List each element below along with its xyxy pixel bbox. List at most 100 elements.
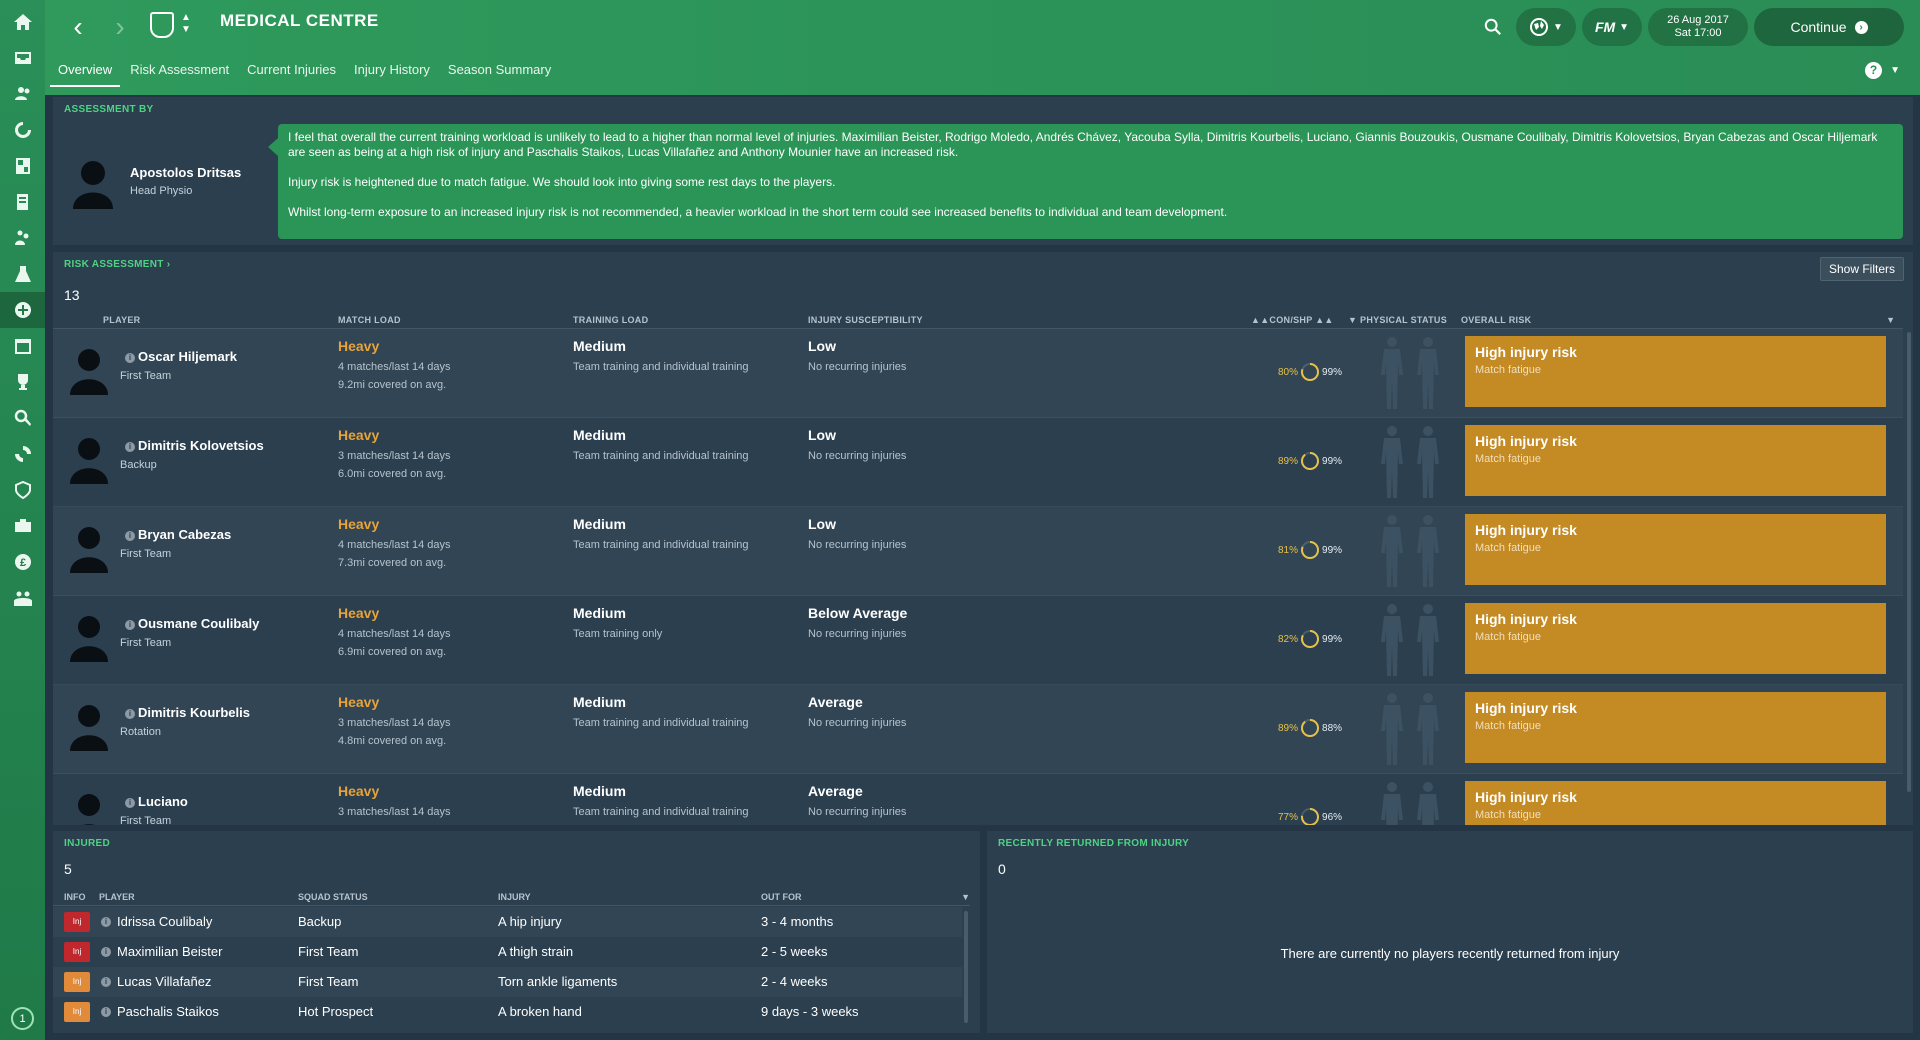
globe-menu-button[interactable]: ▼ <box>1516 8 1576 46</box>
tab-injury-history[interactable]: Injury History <box>346 60 438 87</box>
col-injury[interactable]: INJURY <box>498 892 531 902</box>
dev-centre-icon[interactable]: £ <box>0 544 45 580</box>
player-row[interactable]: i Dimitris Kolovetsios Backup Heavy 3 matche… <box>53 418 1903 507</box>
info-icon[interactable]: i <box>125 798 135 808</box>
forward-icon[interactable]: › <box>105 11 135 42</box>
help-button[interactable]: ? ▼ <box>1865 62 1900 79</box>
body-front-icon[interactable] <box>1379 691 1405 767</box>
player-row[interactable]: i Dimitris Kourbelis Rotation Heavy 3 matche… <box>53 685 1903 774</box>
body-front-icon[interactable] <box>1379 424 1405 500</box>
col-player[interactable]: PLAYER <box>103 315 140 325</box>
player-name[interactable]: Paschalis Staikos <box>117 1004 219 1019</box>
body-front-icon[interactable] <box>1379 602 1405 678</box>
col-info[interactable]: INFO <box>64 892 86 902</box>
info-icon[interactable]: i <box>125 620 135 630</box>
col-match-load[interactable]: MATCH LOAD <box>338 315 401 325</box>
body-front-icon[interactable] <box>1379 780 1405 825</box>
col-overall-risk[interactable]: OVERALL RISK <box>1461 315 1531 325</box>
club-badge-icon[interactable] <box>150 12 174 38</box>
club-vision-icon[interactable] <box>0 472 45 508</box>
col-con-shp[interactable]: ▲▲CON/SHP ▲▲ <box>1251 315 1334 325</box>
info-icon[interactable]: i <box>101 977 111 987</box>
finances-icon[interactable] <box>0 508 45 544</box>
back-icon[interactable]: ‹ <box>63 11 93 42</box>
body-back-icon[interactable] <box>1415 602 1441 678</box>
info-icon[interactable]: i <box>125 531 135 541</box>
column-menu-icon[interactable]: ▼ <box>1886 315 1895 325</box>
player-name[interactable]: Lucas Villafañez <box>117 974 211 989</box>
search-icon[interactable] <box>1478 9 1508 45</box>
training-icon[interactable] <box>0 220 45 256</box>
tab-season-summary[interactable]: Season Summary <box>440 60 559 87</box>
staff-icon[interactable] <box>0 184 45 220</box>
col-injury-susceptibility[interactable]: INJURY SUSCEPTIBILITY <box>808 315 923 325</box>
player-name[interactable]: Idrissa Coulibaly <box>117 914 212 929</box>
risk-assessment-link[interactable]: RISK ASSESSMENT › <box>64 259 170 270</box>
scrollbar[interactable] <box>1907 332 1911 792</box>
column-menu-icon[interactable]: ▼ <box>961 892 970 902</box>
club-switch-icon[interactable]: ▲ ▼ <box>181 12 191 36</box>
player-row[interactable]: i Bryan Cabezas First Team Heavy 4 matches/l… <box>53 507 1903 596</box>
overall-risk-box[interactable]: High injury risk Match fatigue <box>1465 781 1886 825</box>
notification-badge[interactable]: 1 <box>11 1007 34 1030</box>
medical-icon[interactable] <box>0 292 45 328</box>
player-row[interactable]: i Ousmane Coulibaly First Team Heavy 4 match… <box>53 596 1903 685</box>
overall-risk-box[interactable]: High injury risk Match fatigue <box>1465 603 1886 674</box>
col-physical-status[interactable]: ▼ PHYSICAL STATUS <box>1348 315 1447 325</box>
tactics-icon[interactable] <box>0 112 45 148</box>
overall-risk-box[interactable]: High injury risk Match fatigue <box>1465 425 1886 496</box>
competitions-icon[interactable] <box>0 364 45 400</box>
table-row[interactable]: Inj i Idrissa Coulibaly Backup A hip injury 3… <box>53 907 962 937</box>
body-front-icon[interactable] <box>1379 335 1405 411</box>
overall-risk-box[interactable]: High injury risk Match fatigue <box>1465 692 1886 763</box>
overall-risk-box[interactable]: High injury risk Match fatigue <box>1465 514 1886 585</box>
overall-risk-box[interactable]: High injury risk Match fatigue <box>1465 336 1886 407</box>
body-front-icon[interactable] <box>1379 513 1405 589</box>
info-icon[interactable]: i <box>101 917 111 927</box>
body-back-icon[interactable] <box>1415 424 1441 500</box>
info-icon[interactable]: i <box>125 353 135 363</box>
info-icon[interactable]: i <box>125 442 135 452</box>
info-icon[interactable]: i <box>101 947 111 957</box>
show-filters-button[interactable]: Show Filters <box>1819 257 1904 281</box>
team-report-icon[interactable] <box>0 148 45 184</box>
scouting-icon[interactable] <box>0 400 45 436</box>
body-back-icon[interactable] <box>1415 780 1441 825</box>
transfers-icon[interactable] <box>0 436 45 472</box>
player-name[interactable]: Bryan Cabezas <box>138 527 231 542</box>
player-name[interactable]: Maximilian Beister <box>117 944 222 959</box>
body-back-icon[interactable] <box>1415 691 1441 767</box>
inbox-icon[interactable] <box>0 40 45 76</box>
physio-name[interactable]: Apostolos Dritsas <box>130 165 241 180</box>
development-icon[interactable] <box>0 256 45 292</box>
player-name[interactable]: Dimitris Kourbelis <box>138 705 250 720</box>
body-back-icon[interactable] <box>1415 513 1441 589</box>
schedule-icon[interactable] <box>0 328 45 364</box>
player-row[interactable]: i Oscar Hiljemark First Team Heavy 4 matches… <box>53 329 1903 418</box>
table-row[interactable]: Inj i Paschalis Staikos Hot Prospect A broke… <box>53 997 962 1027</box>
home-icon[interactable] <box>0 4 45 40</box>
squad-icon[interactable] <box>0 76 45 112</box>
fm-menu-button[interactable]: FM ▼ <box>1582 8 1642 46</box>
scrollbar[interactable] <box>964 911 968 1023</box>
col-training-load[interactable]: TRAINING LOAD <box>573 315 648 325</box>
col-out-for[interactable]: OUT FOR <box>761 892 802 902</box>
injury-badge[interactable]: Inj <box>64 912 90 932</box>
col-player[interactable]: PLAYER <box>99 892 135 902</box>
injury-badge[interactable]: Inj <box>64 972 90 992</box>
player-name[interactable]: Ousmane Coulibaly <box>138 616 259 631</box>
injury-badge[interactable]: Inj <box>64 942 90 962</box>
tab-current-injuries[interactable]: Current Injuries <box>239 60 344 87</box>
col-squad-status[interactable]: SQUAD STATUS <box>298 892 368 902</box>
community-icon[interactable] <box>0 580 45 616</box>
table-row[interactable]: Inj i Lucas Villafañez First Team Torn ankle… <box>53 967 962 997</box>
tab-risk-assessment[interactable]: Risk Assessment <box>122 60 237 87</box>
player-row[interactable]: i Luciano First Team Heavy 3 matches/last 14… <box>53 774 1903 825</box>
info-icon[interactable]: i <box>125 709 135 719</box>
info-icon[interactable]: i <box>101 1007 111 1017</box>
continue-button[interactable]: Continue › <box>1754 8 1904 46</box>
tab-overview[interactable]: Overview <box>50 60 121 87</box>
body-back-icon[interactable] <box>1415 335 1441 411</box>
table-row[interactable]: Inj i Maximilian Beister First Team A thigh … <box>53 937 962 967</box>
player-name[interactable]: Dimitris Kolovetsios <box>138 438 264 453</box>
